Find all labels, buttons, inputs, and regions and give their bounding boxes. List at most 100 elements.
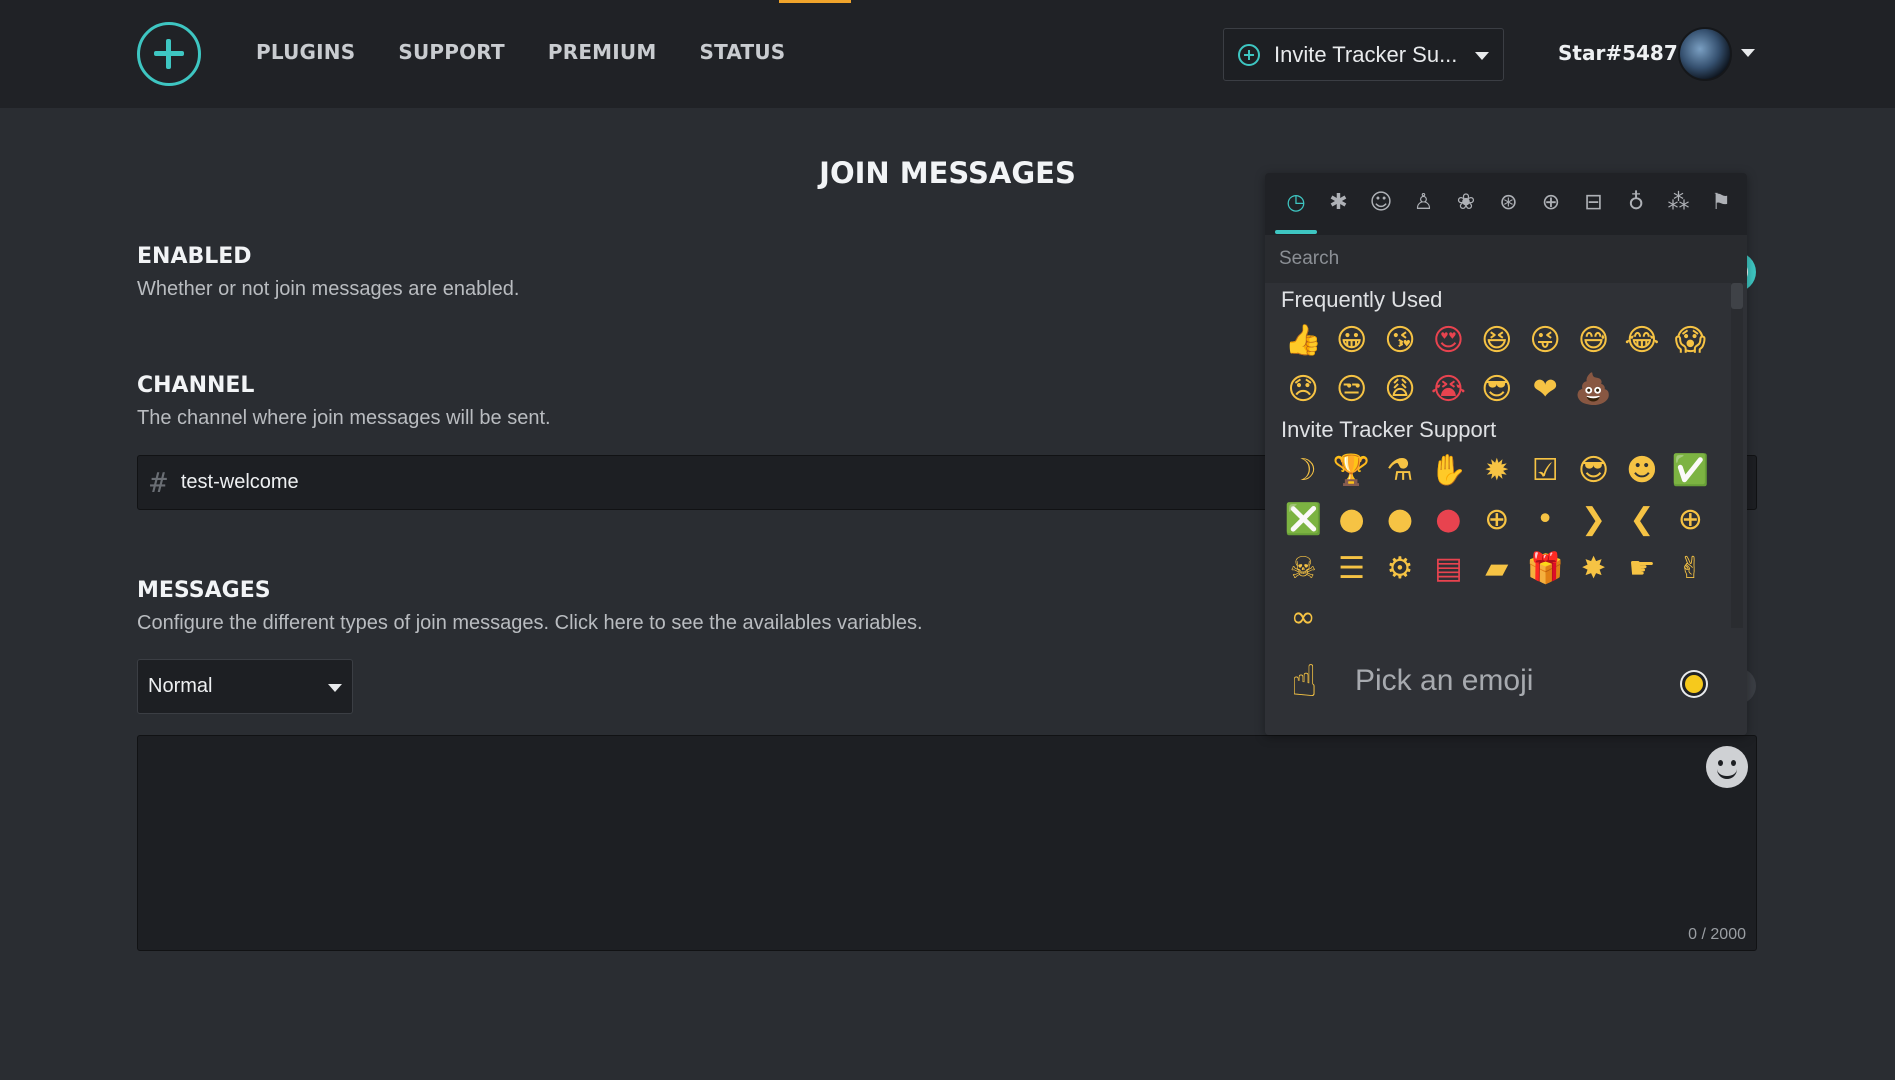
emoji-item[interactable]: ❯ (1569, 496, 1617, 544)
emoji-item[interactable]: ☽ (1279, 447, 1327, 495)
emoji-row: ☠ ☰ ⚙ ▤ ▰ 🎁 ✸ ☛ ✌ (1279, 545, 1715, 593)
emoji-row: ❎ ● ● ● ⊕ • ❯ ❮ ⊕ (1279, 496, 1715, 544)
channel-title: CHANNEL (137, 373, 255, 398)
emoji-item[interactable]: ☛ (1618, 545, 1666, 593)
message-type-value: Normal (148, 675, 213, 697)
flags-icon[interactable]: ⚑ (1706, 187, 1736, 217)
emoji-item[interactable]: 🏆 (1327, 447, 1375, 495)
enabled-title: ENABLED (137, 244, 252, 269)
emoji-item[interactable]: ⚗ (1376, 447, 1424, 495)
symbols-icon[interactable]: ⁂ (1664, 187, 1694, 217)
nav-link-plugins[interactable]: PLUGINS (256, 40, 355, 64)
emoji-item[interactable]: ▰ (1473, 545, 1521, 593)
emoji-item[interactable]: ⊕ (1666, 496, 1714, 544)
activity-icon[interactable]: ⊕ (1536, 187, 1566, 217)
server-name: Invite Tracker Su... (1274, 41, 1458, 67)
chevron-down-icon (328, 684, 342, 692)
user-name[interactable]: Star#5487 (1558, 41, 1678, 65)
emoji-item[interactable]: ☰ (1327, 545, 1375, 593)
emoji-item[interactable]: 😍 (1424, 317, 1472, 365)
travel-icon[interactable]: ⊟ (1579, 187, 1609, 217)
emoji-item[interactable]: ✋ (1424, 447, 1472, 495)
custom-icon[interactable]: ✱ (1324, 187, 1354, 217)
emoji-category-label: Invite Tracker Support (1281, 417, 1497, 442)
people-icon[interactable]: ♙ (1409, 187, 1439, 217)
emoji-item[interactable]: 😀 (1327, 317, 1375, 365)
emoji-picker-button[interactable] (1706, 746, 1748, 788)
top-navbar: PLUGINS SUPPORT PREMIUM STATUS Invite Tr… (0, 0, 1895, 108)
emoji-picker: ◷ ✱ ☺ ♙ ❀ ⊛ ⊕ ⊟ ♁ ⁂ ⚑ Frequently Used 👍😀😘😍😆😜😅😂😱 😞😒😩😭… (1265, 173, 1747, 735)
nav-link-status[interactable]: STATUS (699, 40, 785, 64)
emoji-item[interactable]: 👍 (1279, 317, 1327, 365)
channel-description: The channel where join messages will be … (137, 407, 551, 429)
emoji-row: ☽ 🏆 ⚗ ✋ ✹ ☑ 😎 ☻ ✅ (1279, 447, 1715, 495)
emoji-item[interactable]: 😞 (1279, 366, 1327, 414)
emoji-item[interactable]: ☠ (1279, 545, 1327, 593)
message-textarea[interactable]: 0 / 2000 (137, 735, 1757, 951)
emoji-item[interactable]: ✅ (1666, 447, 1714, 495)
emoji-item[interactable]: ⚙ (1376, 545, 1424, 593)
emoji-item[interactable]: 😅 (1569, 317, 1617, 365)
emoji-item[interactable]: 🎁 (1521, 545, 1569, 593)
nav-link-support[interactable]: SUPPORT (398, 40, 505, 64)
emoji-item[interactable]: ⊕ (1473, 496, 1521, 544)
emoji-item[interactable]: 😂 (1618, 317, 1666, 365)
messages-description[interactable]: Configure the different types of join me… (137, 612, 923, 635)
preview-text: Pick an emoji (1355, 664, 1534, 697)
nav-links: PLUGINS SUPPORT PREMIUM STATUS (256, 40, 785, 64)
emoji-item[interactable]: ✌ (1666, 545, 1714, 593)
food-icon[interactable]: ⊛ (1494, 187, 1524, 217)
emoji-item[interactable]: • (1521, 496, 1569, 544)
emoji-preview: ☝ Pick an emoji (1265, 628, 1747, 735)
active-tab-underline (1275, 230, 1317, 234)
emoji-item[interactable]: ❮ (1618, 496, 1666, 544)
server-select[interactable]: Invite Tracker Su... (1223, 28, 1504, 81)
emoji-scrollbar[interactable] (1731, 283, 1743, 628)
emoji-item[interactable]: 💩 (1569, 366, 1617, 414)
emoji-item[interactable]: 😭 (1424, 366, 1472, 414)
emoji-item[interactable]: ❎ (1279, 496, 1327, 544)
emoji-item[interactable]: ❤ (1521, 366, 1569, 414)
pointing-hand-icon: ☝ (1291, 656, 1318, 707)
emoji-category-label: Frequently Used (1281, 287, 1443, 312)
emoji-item[interactable]: ▤ (1424, 545, 1472, 593)
emoji-item[interactable]: ● (1376, 496, 1424, 544)
emoji-item[interactable]: ● (1327, 496, 1375, 544)
emoji-item[interactable]: 😩 (1376, 366, 1424, 414)
emoji-item[interactable]: ✸ (1569, 545, 1617, 593)
page-title-text: JOIN MESSAGES (819, 156, 1076, 190)
channel-name: test-welcome (180, 471, 299, 493)
emoji-scrollbar-thumb[interactable] (1731, 283, 1743, 309)
enabled-description: Whether or not join messages are enabled… (137, 278, 520, 300)
recent-icon[interactable]: ◷ (1281, 187, 1311, 217)
objects-icon[interactable]: ♁ (1621, 187, 1651, 217)
smileys-icon[interactable]: ☺ (1366, 187, 1396, 217)
emoji-item[interactable]: 😎 (1473, 366, 1521, 414)
skin-tone-selector[interactable] (1682, 672, 1706, 696)
emoji-item[interactable]: ● (1424, 496, 1472, 544)
emoji-item[interactable]: ☻ (1618, 447, 1666, 495)
messages-title: MESSAGES (137, 578, 271, 603)
char-count: 0 / 2000 (1688, 926, 1746, 943)
emoji-item[interactable]: ∞ (1279, 594, 1327, 629)
emoji-item[interactable]: ✹ (1473, 447, 1521, 495)
emoji-row: ∞ (1279, 594, 1327, 629)
user-menu-chevron-icon[interactable] (1741, 49, 1755, 57)
emoji-search-input[interactable] (1265, 235, 1747, 283)
message-type-select[interactable]: Normal (137, 659, 353, 714)
nav-link-premium[interactable]: PREMIUM (548, 40, 657, 64)
avatar[interactable] (1678, 27, 1732, 81)
plus-logo-icon[interactable] (137, 22, 201, 86)
emoji-item[interactable]: 😜 (1521, 317, 1569, 365)
server-plus-icon (1238, 43, 1260, 66)
hash-icon: # (150, 466, 167, 499)
emoji-item[interactable]: 😎 (1569, 447, 1617, 495)
active-nav-indicator (779, 0, 851, 3)
emoji-item[interactable]: 😘 (1376, 317, 1424, 365)
emoji-category-tabs: ◷ ✱ ☺ ♙ ❀ ⊛ ⊕ ⊟ ♁ ⁂ ⚑ (1265, 173, 1747, 235)
emoji-item[interactable]: ☑ (1521, 447, 1569, 495)
emoji-item[interactable]: 😒 (1327, 366, 1375, 414)
nature-icon[interactable]: ❀ (1451, 187, 1481, 217)
emoji-item[interactable]: 😱 (1666, 317, 1714, 365)
emoji-item[interactable]: 😆 (1473, 317, 1521, 365)
